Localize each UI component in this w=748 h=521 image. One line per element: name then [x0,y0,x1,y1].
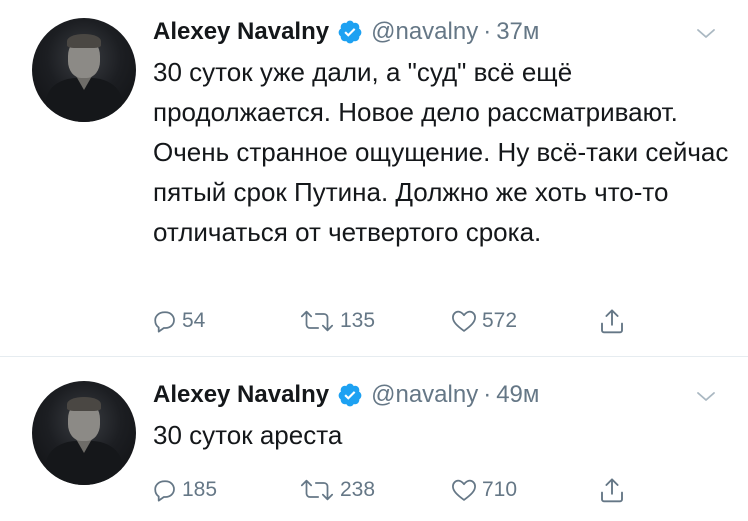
tweet-actions: 54 135 572 [151,304,651,338]
tweet[interactable]: Alexey Navalny @navalny · 49м 30 суток а… [0,357,748,520]
like-count: 710 [482,478,518,501]
avatar[interactable] [32,381,136,485]
reply-icon [154,480,175,502]
avatar[interactable] [32,18,136,122]
reply-icon [154,311,175,333]
share-button[interactable] [597,304,627,338]
retweet-icon [300,310,334,332]
reply-button[interactable]: 54 [151,304,205,338]
tweet-header: Alexey Navalny @navalny · 37м [153,16,539,48]
chevron-down-icon[interactable] [694,22,718,46]
like-count: 572 [482,309,518,332]
retweet-icon [300,479,334,501]
timestamp[interactable]: 49м [496,381,539,409]
reply-button[interactable]: 185 [151,473,217,507]
author-handle[interactable]: @navalny [371,381,478,409]
verified-badge-icon [338,383,362,407]
share-button[interactable] [597,473,627,507]
like-icon [452,310,476,332]
share-icon [601,478,623,503]
author-name[interactable]: Alexey Navalny [153,18,329,46]
like-icon [452,479,476,501]
timestamp[interactable]: 37м [496,18,539,46]
chevron-down-icon[interactable] [694,385,718,409]
share-icon [601,309,623,334]
separator: · [483,18,492,45]
tweet-actions: 185 238 710 [151,473,651,507]
tweet-text: 30 суток уже дали, а "суд" всё ещё продо… [153,57,729,247]
author-name[interactable]: Alexey Navalny [153,381,329,409]
separator: · [483,381,492,408]
reply-count: 185 [182,478,218,501]
tweet[interactable]: Alexey Navalny @navalny · 37м 30 суток у… [0,0,748,357]
retweet-count: 238 [340,478,376,501]
reply-count: 54 [182,309,206,332]
like-button[interactable]: 710 [449,473,517,507]
tweet-text: 30 суток ареста [153,420,343,450]
retweet-button[interactable]: 238 [297,473,375,507]
author-handle[interactable]: @navalny [371,18,478,46]
retweet-button[interactable]: 135 [297,304,375,338]
tweet-header: Alexey Navalny @navalny · 49м [153,379,539,411]
retweet-count: 135 [340,309,376,332]
like-button[interactable]: 572 [449,304,517,338]
verified-badge-icon [338,20,362,44]
